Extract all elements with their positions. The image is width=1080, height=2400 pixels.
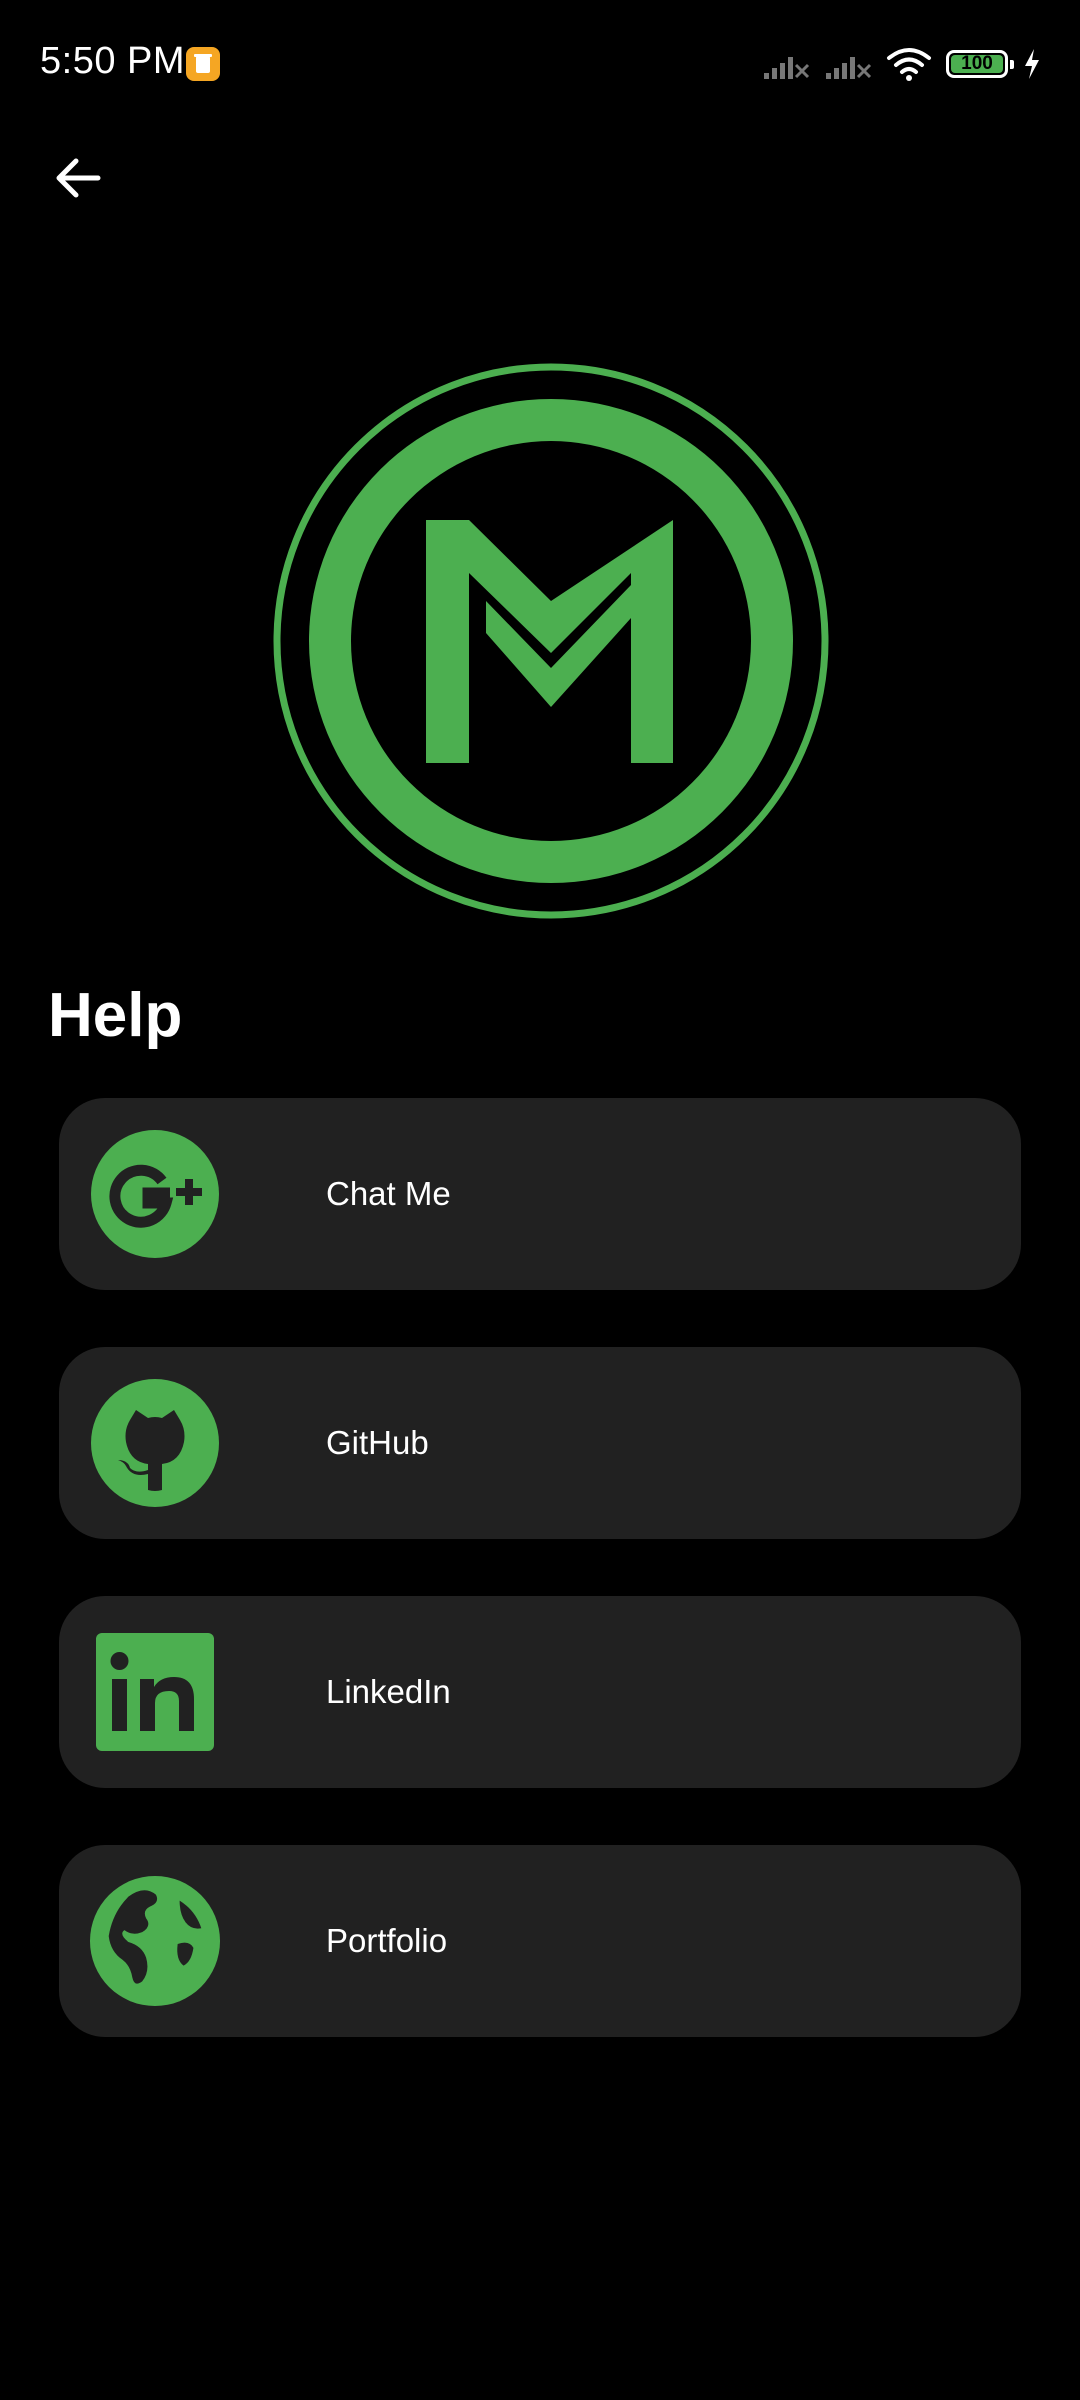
back-button[interactable] bbox=[40, 140, 116, 216]
globe-icon bbox=[89, 1875, 221, 2007]
app-logo bbox=[273, 363, 829, 919]
status-bar: 5:50 PM 100 bbox=[0, 0, 1080, 130]
help-list: Chat Me GitHub LinkedIn Portfolio bbox=[59, 1098, 1021, 2094]
status-time: 5:50 PM bbox=[40, 40, 186, 82]
card-label: GitHub bbox=[326, 1424, 429, 1461]
status-icons: 100 bbox=[762, 44, 1042, 84]
linkedin-button[interactable]: LinkedIn bbox=[59, 1596, 1021, 1788]
github-icon bbox=[89, 1377, 221, 1509]
github-button[interactable]: GitHub bbox=[59, 1347, 1021, 1539]
notification-icon bbox=[186, 47, 220, 81]
card-label: LinkedIn bbox=[326, 1673, 451, 1710]
card-label: Chat Me bbox=[326, 1175, 451, 1212]
charging-icon bbox=[1025, 49, 1039, 79]
battery-level: 100 bbox=[961, 53, 993, 74]
linkedin-icon bbox=[89, 1626, 221, 1758]
signal-icon bbox=[764, 57, 810, 79]
chat-me-button[interactable]: Chat Me bbox=[59, 1098, 1021, 1290]
arrow-left-icon bbox=[56, 158, 101, 198]
card-label: Portfolio bbox=[326, 1922, 448, 1959]
signal-icon bbox=[826, 57, 872, 79]
m-logo-icon bbox=[273, 363, 829, 919]
portfolio-button[interactable]: Portfolio bbox=[59, 1845, 1021, 2037]
google-plus-icon bbox=[89, 1128, 221, 1260]
page-title: Help bbox=[48, 981, 183, 1050]
battery-icon: 100 bbox=[946, 50, 1014, 78]
wifi-icon bbox=[887, 48, 931, 81]
